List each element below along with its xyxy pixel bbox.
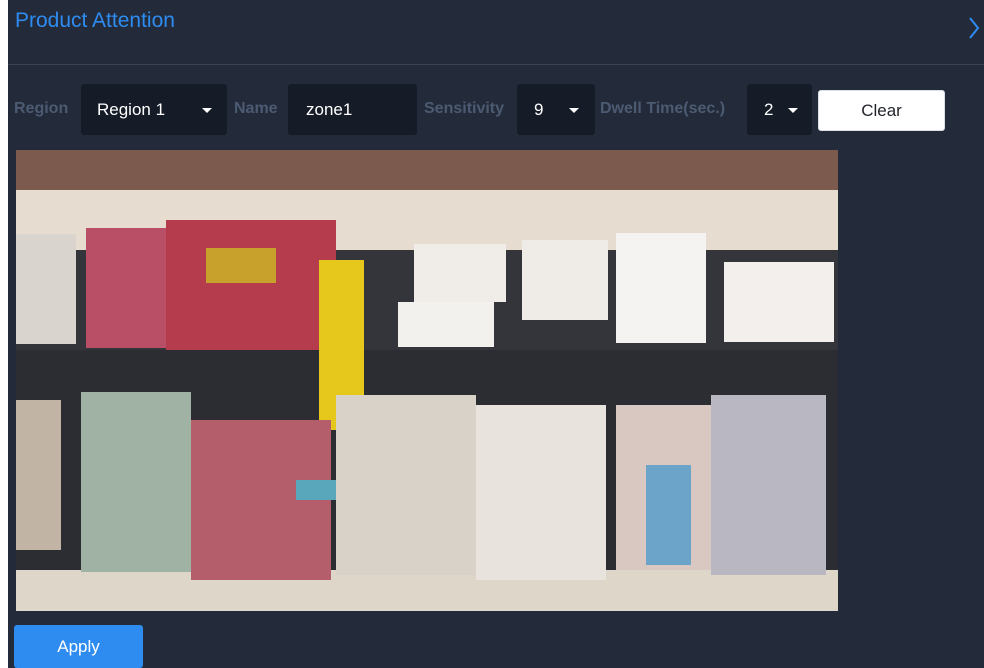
apply-button[interactable]: Apply bbox=[14, 625, 143, 668]
name-field[interactable]: zone1 bbox=[288, 84, 417, 135]
camera-preview[interactable] bbox=[16, 150, 838, 611]
panel-title: Product Attention bbox=[15, 9, 175, 32]
region-label: Region bbox=[14, 100, 69, 117]
region-select-value: Region 1 bbox=[97, 100, 166, 119]
sensitivity-select-value: 9 bbox=[534, 100, 544, 119]
chevron-down-icon bbox=[788, 108, 798, 113]
camera-preview-image bbox=[16, 150, 838, 611]
clear-button[interactable]: Clear bbox=[818, 90, 945, 131]
region-select[interactable]: Region 1 bbox=[81, 84, 227, 135]
sensitivity-label: Sensitivity bbox=[424, 100, 505, 117]
close-icon[interactable] bbox=[966, 6, 984, 42]
sensitivity-select[interactable]: 9 bbox=[517, 84, 595, 135]
name-field-value: zone1 bbox=[306, 100, 353, 119]
dwell-time-select-value: 2 bbox=[764, 100, 774, 119]
chevron-down-icon bbox=[569, 108, 579, 113]
panel-header: Product Attention bbox=[8, 0, 984, 65]
name-label: Name bbox=[234, 100, 278, 117]
dwell-time-label: Dwell Time(sec.) bbox=[600, 100, 726, 117]
chevron-down-icon bbox=[202, 108, 212, 113]
product-attention-panel: Product Attention Region Region 1 Name z… bbox=[8, 0, 984, 668]
dwell-time-select[interactable]: 2 bbox=[747, 84, 812, 135]
